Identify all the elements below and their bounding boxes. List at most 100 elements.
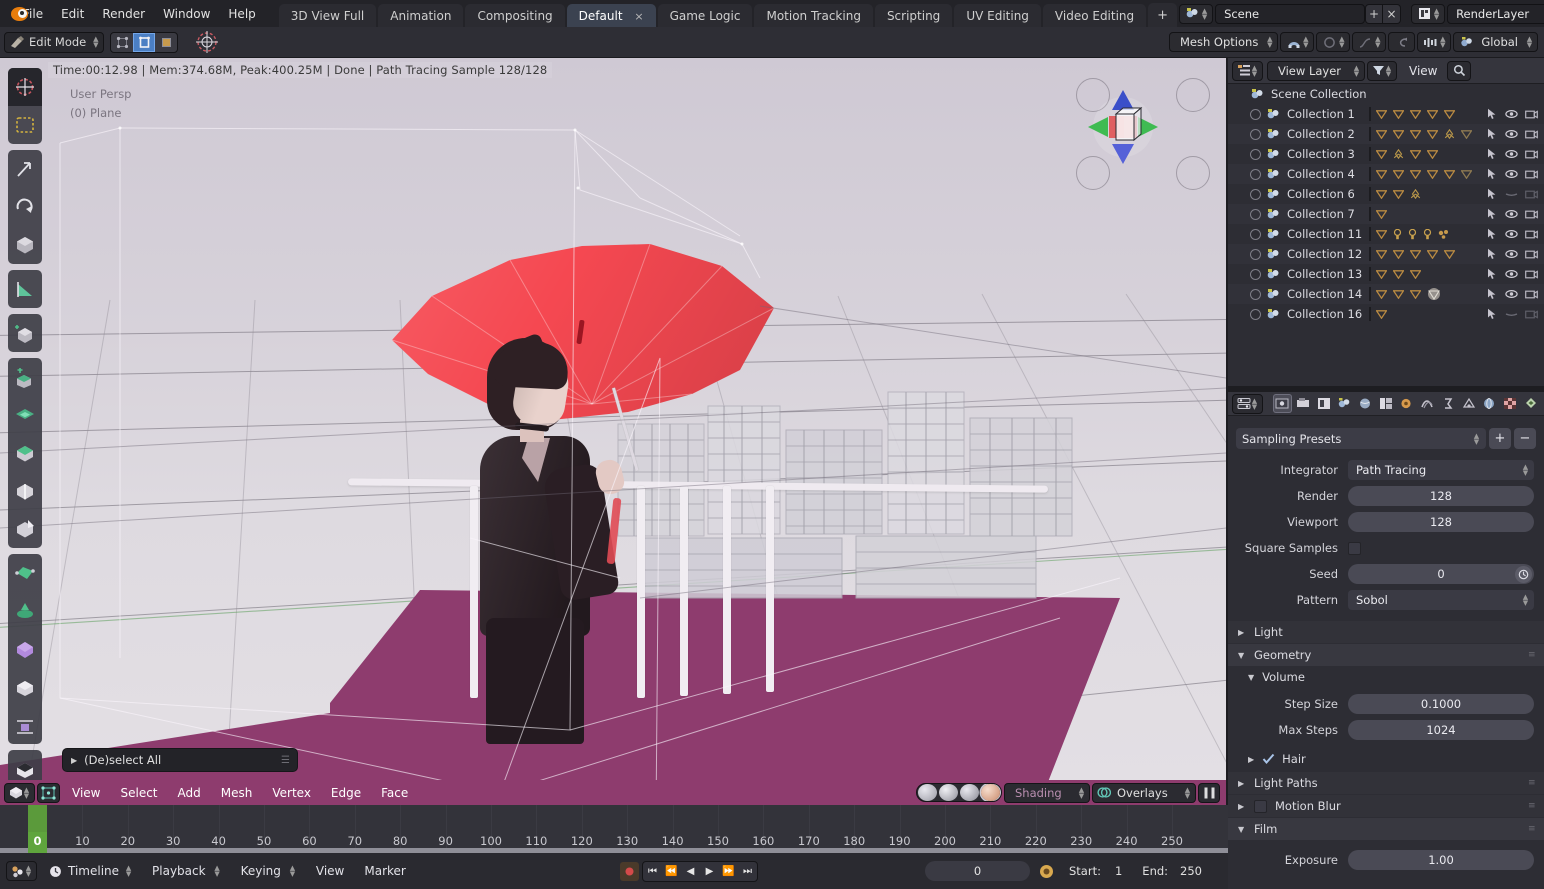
display-mode-dropdown[interactable]: View Layer ▲▼ [1267,61,1365,81]
ortho-persp-icon[interactable] [1176,78,1210,112]
disable-in-render-icon[interactable] [1525,149,1538,160]
disable-in-render-icon[interactable] [1525,249,1538,260]
chevron-updown-icon[interactable]: ▲▼ [1353,65,1360,77]
chevron-updown-icon[interactable]: ▲▼ [1251,65,1258,77]
search-button[interactable] [1447,61,1471,81]
pattern-dropdown[interactable]: Sobol ▲▼ [1348,590,1534,610]
disable-in-render-icon[interactable] [1525,229,1538,240]
tweak-tool[interactable] [8,150,42,188]
outliner-row-collection[interactable]: Collection 13 [1228,264,1544,284]
viewlayer-name-field[interactable]: RenderLayer [1447,4,1544,24]
timeline-menu-marker[interactable]: Marker [354,862,415,880]
navigation-gizmo[interactable] [1076,80,1170,174]
collection-expand-toggle[interactable] [1250,149,1261,160]
tab-uv-editing[interactable]: UV Editing [954,4,1041,29]
scene-browse-dropdown[interactable]: ▲▼ [1179,4,1213,24]
chevron-updown-icon[interactable]: ▲▼ [1201,8,1208,20]
snap-dropdown[interactable]: ▲▼ [1280,32,1314,52]
step-size-field[interactable]: 0.1000 [1348,694,1534,714]
tab-video-editing[interactable]: Video Editing [1043,4,1146,29]
hide-in-viewport-icon[interactable] [1505,269,1518,279]
hide-in-viewport-icon[interactable] [1505,189,1518,199]
object-tab[interactable] [1376,394,1395,413]
collection-expand-toggle[interactable] [1250,229,1261,240]
outliner-tree[interactable]: Scene Collection Collection 1Collection … [1228,84,1544,390]
disable-in-render-icon[interactable] [1525,289,1538,300]
chevron-updown-icon[interactable]: ▲▼ [1338,36,1345,48]
chevron-updown-icon[interactable]: ▲▼ [1473,433,1480,445]
chevron-updown-icon[interactable]: ▲▼ [1526,36,1533,48]
scene-name-field[interactable]: Scene [1215,4,1365,24]
selectable-icon[interactable] [1487,128,1498,140]
collection-expand-toggle[interactable] [1250,129,1261,140]
outliner-row-collection[interactable]: Collection 16 [1228,304,1544,324]
add-preset-button[interactable]: + [1489,428,1511,449]
viewport-menu-mesh[interactable]: Mesh [211,784,263,802]
frame-end-group[interactable]: End: 250 [1136,861,1208,881]
edge-select-icon[interactable] [133,33,155,52]
timeline-menu-keying[interactable]: Keying ▲▼ [231,862,306,880]
outliner-row-scene-collection[interactable]: Scene Collection [1228,84,1544,104]
rotate-view-tool[interactable] [8,188,42,226]
loop-cut-tool[interactable] [8,472,42,510]
solid-shading-icon[interactable] [939,784,958,801]
menu-window[interactable]: Window [154,4,219,24]
render-samples-field[interactable]: 128 [1348,486,1534,506]
disable-in-render-icon[interactable] [1525,109,1538,120]
selectable-icon[interactable] [1487,248,1498,260]
hide-in-viewport-icon[interactable] [1505,289,1518,299]
section-geometry[interactable]: ▼ Geometry ≡ [1228,644,1544,666]
selectable-icon[interactable] [1487,108,1498,120]
rip-region-tool[interactable] [8,750,42,780]
disable-in-render-icon[interactable] [1525,209,1538,220]
timeline-menu-view[interactable]: View [306,862,354,880]
hide-in-viewport-icon[interactable] [1505,149,1518,159]
hide-in-viewport-icon[interactable] [1505,129,1518,139]
tab-compositing[interactable]: Compositing [465,4,564,29]
rendered-shading-icon[interactable] [981,784,1000,801]
tab-motion-tracking[interactable]: Motion Tracking [754,4,872,29]
outliner-row-collection[interactable]: Collection 12 [1228,244,1544,264]
move-view-icon[interactable] [1176,156,1210,190]
selectable-icon[interactable] [1487,148,1498,160]
exposure-field[interactable]: 1.00 [1348,850,1534,870]
collection-expand-toggle[interactable] [1250,309,1261,320]
filter-dropdown[interactable]: ▲▼ [1367,61,1397,81]
material-tab[interactable] [1501,394,1520,413]
selectable-icon[interactable] [1487,268,1498,280]
outliner-row-collection[interactable]: Collection 3 [1228,144,1544,164]
start-value[interactable]: 1 [1115,864,1122,878]
viewport-menu-vertex[interactable]: Vertex [262,784,321,802]
chevron-updown-icon[interactable]: ▲▼ [1302,36,1309,48]
collection-expand-toggle[interactable] [1250,249,1261,260]
chevron-updown-icon[interactable]: ▲▼ [214,865,221,877]
smooth-tool[interactable] [8,630,42,668]
outliner-menu-view[interactable]: View [1399,62,1447,80]
new-scene-button[interactable]: + [1365,4,1383,24]
hair-checkbox[interactable] [1262,753,1275,765]
properties-editor-type-dropdown[interactable]: ▲▼ [1232,394,1263,414]
animate-seed-icon[interactable] [1515,566,1532,583]
world-tab[interactable] [1356,394,1375,413]
viewport-menu-view[interactable]: View [62,784,110,802]
extrude-region-tool[interactable] [8,358,42,396]
square-samples-checkbox[interactable] [1348,542,1361,555]
selectable-icon[interactable] [1487,168,1498,180]
tab-animation[interactable]: Animation [378,4,463,29]
chevron-updown-icon[interactable]: ▲▼ [1184,787,1191,799]
selectable-icon[interactable] [1487,188,1498,200]
collection-expand-toggle[interactable] [1250,209,1261,220]
tab-default[interactable]: Default × [567,4,656,29]
hide-in-viewport-icon[interactable] [1505,309,1518,319]
texture-tab[interactable] [1521,394,1540,413]
chevron-updown-icon[interactable]: ▲▼ [1374,36,1381,48]
selectable-icon[interactable] [1487,288,1498,300]
delete-scene-button[interactable]: × [1383,4,1401,24]
shading-popover[interactable]: Shading ▲▼ [1004,783,1090,803]
remove-preset-button[interactable]: − [1514,428,1536,449]
data-tab[interactable] [1480,394,1499,413]
disable-in-render-icon[interactable] [1525,129,1538,140]
material-shading-icon[interactable] [960,784,979,801]
chevron-updown-icon[interactable]: ▲▼ [1439,36,1446,48]
tab-3d-view-full[interactable]: 3D View Full [279,4,377,29]
